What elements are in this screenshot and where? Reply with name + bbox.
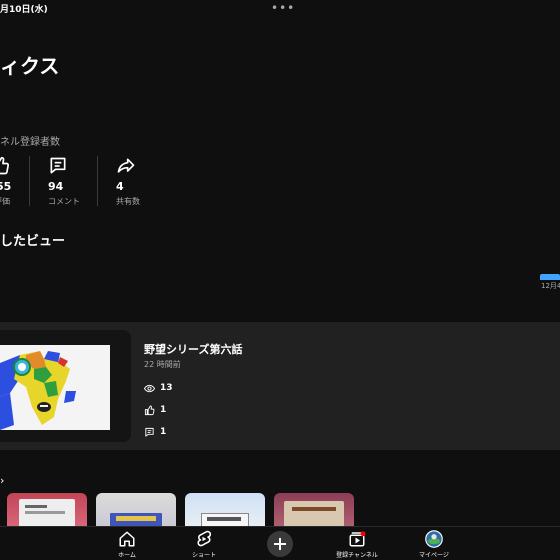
shorts-icon: [197, 530, 212, 547]
video-thumbnail-image: [0, 345, 110, 430]
stats-row: 55 評価 94 コメント 4 共有数: [0, 154, 158, 208]
nav-you-label: マイページ: [419, 552, 449, 559]
short-thumbnail-inner: [292, 507, 336, 511]
views-chart-bar: [540, 274, 560, 280]
views-section-title: したビュー: [0, 234, 66, 249]
video-views-row: 13: [144, 381, 173, 395]
shorts-chevron[interactable]: ›: [0, 474, 4, 487]
short-thumbnail-inner: [25, 511, 65, 514]
video-age: 22 時間前: [144, 360, 181, 369]
video-thumbnail[interactable]: [0, 330, 131, 442]
nav-subscriptions[interactable]: 登録チャンネル: [322, 530, 392, 560]
home-icon: [119, 531, 135, 547]
views-chart-date: 12月4: [541, 282, 560, 290]
create-button[interactable]: [267, 531, 293, 557]
video-views: 13: [160, 383, 173, 393]
subscriptions-icon: [349, 531, 366, 547]
short-thumbnail[interactable]: [96, 493, 176, 527]
short-thumbnail[interactable]: [185, 493, 265, 527]
stat-likes: 55 評価: [0, 154, 30, 208]
nav-home-label: ホーム: [118, 552, 136, 559]
video-likes: 1: [160, 405, 167, 415]
short-thumbnail-inner: [284, 501, 344, 527]
comment-icon: [50, 157, 66, 174]
eye-icon: [144, 384, 155, 392]
stat-shares-label: 共有数: [116, 197, 140, 206]
nav-shorts[interactable]: ショート: [169, 530, 239, 560]
subscriber-label: ネル登録者数: [0, 137, 60, 148]
short-thumbnail-inner: [207, 517, 241, 521]
avatar: [425, 530, 443, 548]
stat-comments-value: 94: [48, 180, 64, 193]
stat-shares-value: 4: [116, 180, 124, 193]
status-date: 月10日(水): [0, 5, 48, 15]
short-thumbnail[interactable]: [7, 493, 87, 527]
nav-you[interactable]: マイページ: [399, 530, 469, 560]
video-likes-row: 1: [144, 403, 166, 417]
page-title: ィクス: [0, 54, 60, 78]
more-options-dots[interactable]: •••: [271, 1, 295, 15]
short-thumbnail-inner: [116, 516, 156, 521]
stat-likes-value: 55: [0, 180, 12, 193]
plus-icon: [274, 538, 286, 550]
short-thumbnail-inner: [25, 505, 47, 508]
video-panel[interactable]: 野望シリーズ第六話 22 時間前 13 1 1: [0, 322, 560, 450]
stat-comments-label: コメント: [48, 197, 80, 206]
like-icon: [0, 156, 10, 175]
stat-likes-label: 評価: [0, 197, 10, 206]
stat-shares: 4 共有数: [98, 154, 158, 208]
nav-home[interactable]: ホーム: [92, 530, 162, 560]
video-comments-row: 1: [144, 425, 166, 439]
comment-icon: [145, 427, 154, 437]
nav-subscriptions-label: 登録チャンネル: [336, 552, 378, 559]
like-icon: [144, 404, 155, 415]
nav-shorts-label: ショート: [191, 552, 216, 559]
share-icon: [117, 158, 135, 173]
video-title[interactable]: 野望シリーズ第六話: [144, 341, 242, 357]
stat-comments: 94 コメント: [30, 154, 98, 208]
video-comments: 1: [160, 427, 167, 437]
bottom-nav: ホーム ショート 登録チャンネル マイページ: [0, 526, 560, 560]
short-thumbnail[interactable]: [274, 493, 354, 527]
